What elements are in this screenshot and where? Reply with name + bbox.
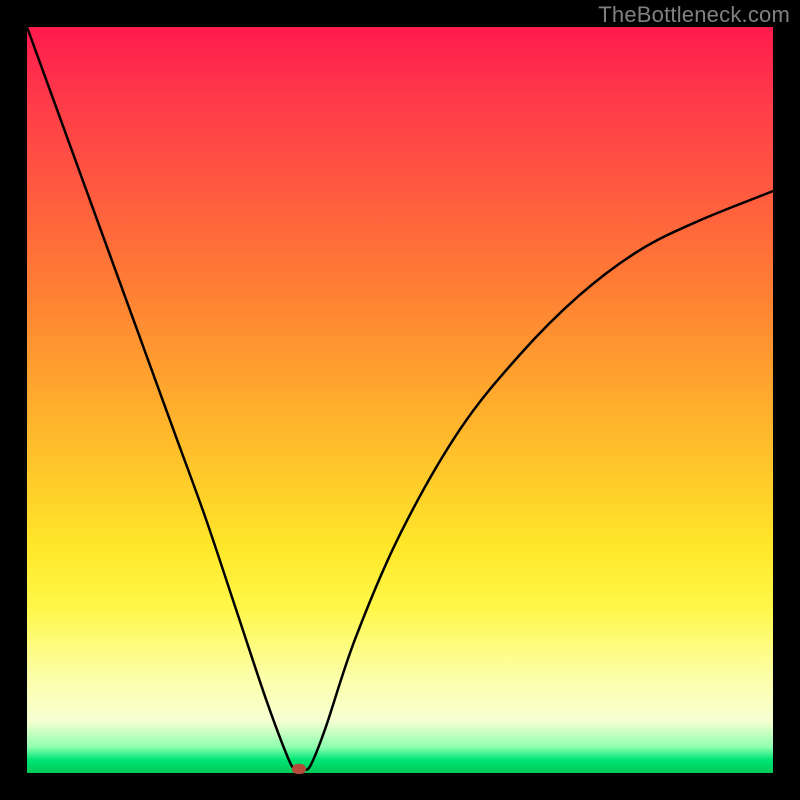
bottleneck-curve: [27, 27, 773, 773]
optimal-point-marker: [292, 764, 306, 774]
chart-frame: TheBottleneck.com: [0, 0, 800, 800]
curve-path: [27, 27, 773, 770]
watermark-text: TheBottleneck.com: [598, 2, 790, 28]
plot-area: [27, 27, 773, 773]
